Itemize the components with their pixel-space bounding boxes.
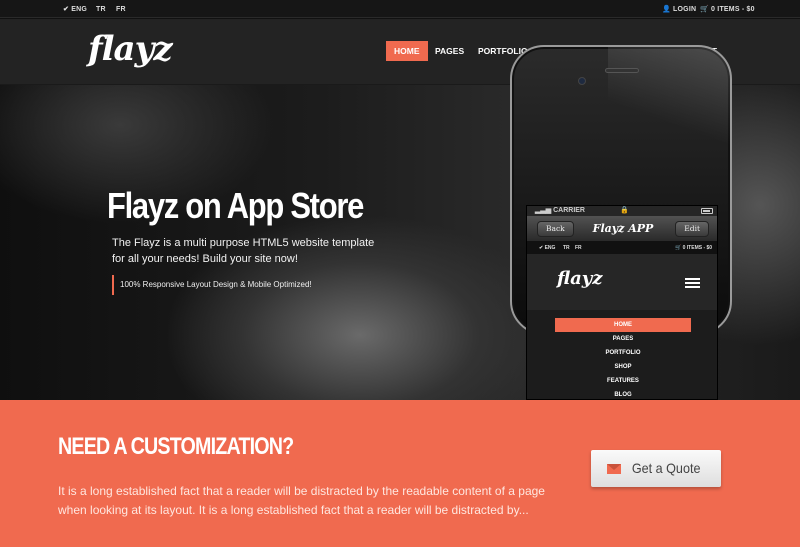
phone-app-bar: Back Flayz APP Edit xyxy=(527,216,717,242)
cta-text: It is a long established fact that a rea… xyxy=(58,484,545,517)
phone-mini-lang-tr: TR xyxy=(563,245,570,251)
hero-title: Flayz on App Store xyxy=(107,185,364,226)
lock-icon: 🔒 xyxy=(620,207,629,214)
phone-mini-lang-fr: FR xyxy=(575,245,582,251)
phone-menu-portfolio: PORTFOLIO xyxy=(605,350,641,356)
phone-menu-pages: PAGES xyxy=(612,336,634,342)
cart-link[interactable]: 🛒 0 ITEMS - $0 xyxy=(700,5,755,14)
phone-mini-lang-eng: ✔ ENG xyxy=(539,245,556,251)
hero-description: The Flayz is a multi purpose HTML5 websi… xyxy=(112,237,375,265)
nav-home[interactable]: HOME xyxy=(386,41,428,61)
phone-mini-header: flayz xyxy=(527,254,717,310)
phone-screen: ▂▃▅ CARRIER 🔒 Back Flayz APP Edit ✔ ENG … xyxy=(526,205,718,400)
phone-menu-features: FEATURES xyxy=(607,378,639,384)
phone-menu-shop: SHOP xyxy=(614,364,632,370)
phone-mini-topbar: ✔ ENG TR FR 🛒 0 ITEMS - $0 xyxy=(527,242,717,254)
site-logo[interactable]: flayz xyxy=(88,29,173,69)
hamburger-icon xyxy=(685,278,700,288)
language-fr-link[interactable]: FR xyxy=(116,5,126,14)
phone-mini-logo: flayz xyxy=(557,268,603,289)
hero-feature-callout: 100% Responsive Layout Design & Mobile O… xyxy=(112,275,312,295)
phone-mini-menu: HOME PAGES PORTFOLIO SHOP FEATURES BLOG xyxy=(555,318,691,399)
phone-edit-button: Edit xyxy=(675,221,709,237)
language-tr-link[interactable]: TR xyxy=(96,5,106,14)
phone-menu-blog: BLOG xyxy=(614,392,632,398)
phone-camera xyxy=(578,77,586,85)
login-link[interactable]: 👤 LOGIN xyxy=(662,5,696,14)
envelope-icon xyxy=(607,464,622,474)
battery-icon xyxy=(701,208,713,214)
get-quote-button[interactable]: Get a Quote xyxy=(591,450,721,487)
get-quote-label: Get a Quote xyxy=(632,460,701,476)
phone-mini-cart: 🛒 0 ITEMS - $0 xyxy=(675,245,713,251)
nav-pages[interactable]: PAGES xyxy=(427,41,472,61)
phone-gloss xyxy=(608,47,730,167)
carrier-label: ▂▃▅ CARRIER xyxy=(535,207,585,214)
phone-status-bar: ▂▃▅ CARRIER 🔒 xyxy=(527,206,717,216)
cta-title: NEED A CUSTOMIZATION? xyxy=(58,433,294,460)
phone-speaker xyxy=(605,68,639,73)
language-eng-link[interactable]: ✔ ENG xyxy=(63,5,87,14)
customization-cta: NEED A CUSTOMIZATION? It is a long estab… xyxy=(0,400,800,547)
top-bar: ✔ ENG TR FR 👤 LOGIN 🛒 0 ITEMS - $0 xyxy=(0,0,800,18)
phone-menu-home: HOME xyxy=(555,318,691,332)
